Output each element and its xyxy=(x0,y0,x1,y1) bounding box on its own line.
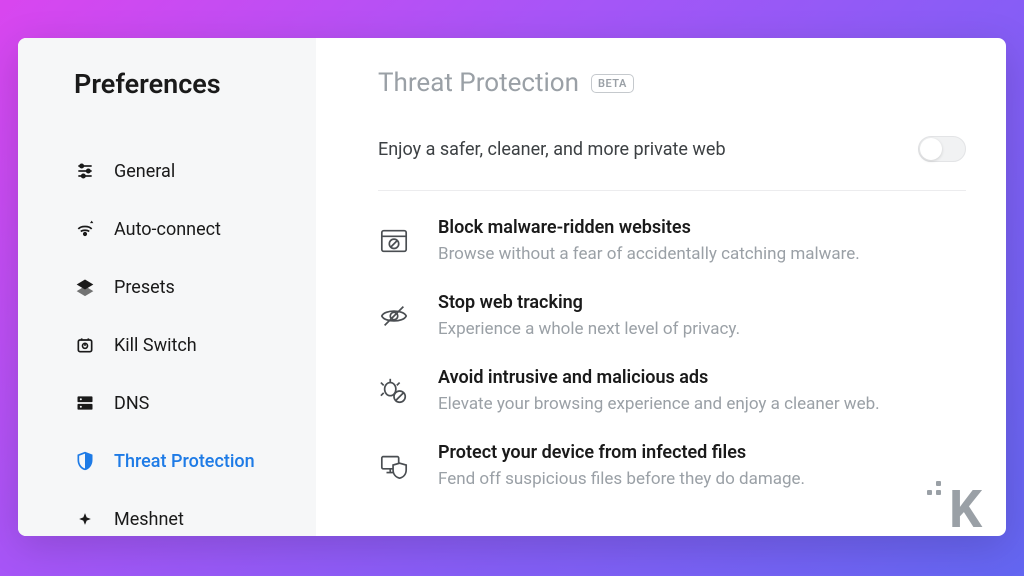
subtitle-text: Enjoy a safer, cleaner, and more private… xyxy=(378,139,726,160)
server-icon xyxy=(74,392,96,414)
sidebar: Preferences General Auto-connect Presets xyxy=(18,38,316,536)
feature-stop-tracking: Stop web tracking Experience a whole nex… xyxy=(378,292,966,339)
feature-block-malware: Block malware-ridden websites Browse wit… xyxy=(378,217,966,264)
shield-icon xyxy=(74,450,96,472)
feature-title: Protect your device from infected files xyxy=(438,442,966,463)
main-panel: Threat Protection BETA Enjoy a safer, cl… xyxy=(316,38,1006,536)
feature-desc: Browse without a fear of accidentally ca… xyxy=(438,244,966,264)
sidebar-item-kill-switch[interactable]: Kill Switch xyxy=(74,316,292,374)
feature-title: Avoid intrusive and malicious ads xyxy=(438,367,966,388)
subtitle-row: Enjoy a safer, cleaner, and more private… xyxy=(378,136,966,191)
sliders-icon xyxy=(74,160,96,182)
feature-title: Stop web tracking xyxy=(438,292,966,313)
feature-desc: Experience a whole next level of privacy… xyxy=(438,319,966,339)
threat-protection-toggle[interactable] xyxy=(918,136,966,162)
sidebar-item-auto-connect[interactable]: Auto-connect xyxy=(74,200,292,258)
gradient-background: Preferences General Auto-connect Presets xyxy=(0,0,1024,576)
wifi-auto-icon xyxy=(74,218,96,240)
sidebar-item-dns[interactable]: DNS xyxy=(74,374,292,432)
toggle-knob xyxy=(920,138,942,160)
sidebar-item-meshnet[interactable]: Meshnet xyxy=(74,490,292,536)
sidebar-title: Preferences xyxy=(74,68,292,100)
beta-badge: BETA xyxy=(591,74,634,93)
feature-block-ads: Avoid intrusive and malicious ads Elevat… xyxy=(378,367,966,414)
device-shield-icon xyxy=(378,450,410,482)
bug-blocked-icon xyxy=(378,375,410,407)
layers-icon xyxy=(74,276,96,298)
feature-desc: Fend off suspicious files before they do… xyxy=(438,469,966,489)
sidebar-item-label: DNS xyxy=(114,393,149,414)
feature-desc: Elevate your browsing experience and enj… xyxy=(438,394,966,414)
kill-switch-icon xyxy=(74,334,96,356)
sidebar-item-label: Auto-connect xyxy=(114,219,221,240)
browser-blocked-icon xyxy=(378,225,410,257)
preferences-window: Preferences General Auto-connect Presets xyxy=(18,38,1006,536)
sidebar-item-threat-protection[interactable]: Threat Protection xyxy=(74,432,292,490)
sidebar-item-label: General xyxy=(114,161,175,182)
feature-protect-files: Protect your device from infected files … xyxy=(378,442,966,489)
meshnet-icon xyxy=(74,508,96,530)
sidebar-item-label: Meshnet xyxy=(114,509,184,530)
sidebar-item-label: Presets xyxy=(114,277,175,298)
feature-title: Block malware-ridden websites xyxy=(438,217,966,238)
page-title: Threat Protection xyxy=(378,68,579,98)
sidebar-item-presets[interactable]: Presets xyxy=(74,258,292,316)
sidebar-item-general[interactable]: General xyxy=(74,142,292,200)
main-header: Threat Protection BETA xyxy=(378,68,966,98)
eye-off-icon xyxy=(378,300,410,332)
sidebar-item-label: Threat Protection xyxy=(114,451,255,472)
sidebar-item-label: Kill Switch xyxy=(114,335,197,356)
